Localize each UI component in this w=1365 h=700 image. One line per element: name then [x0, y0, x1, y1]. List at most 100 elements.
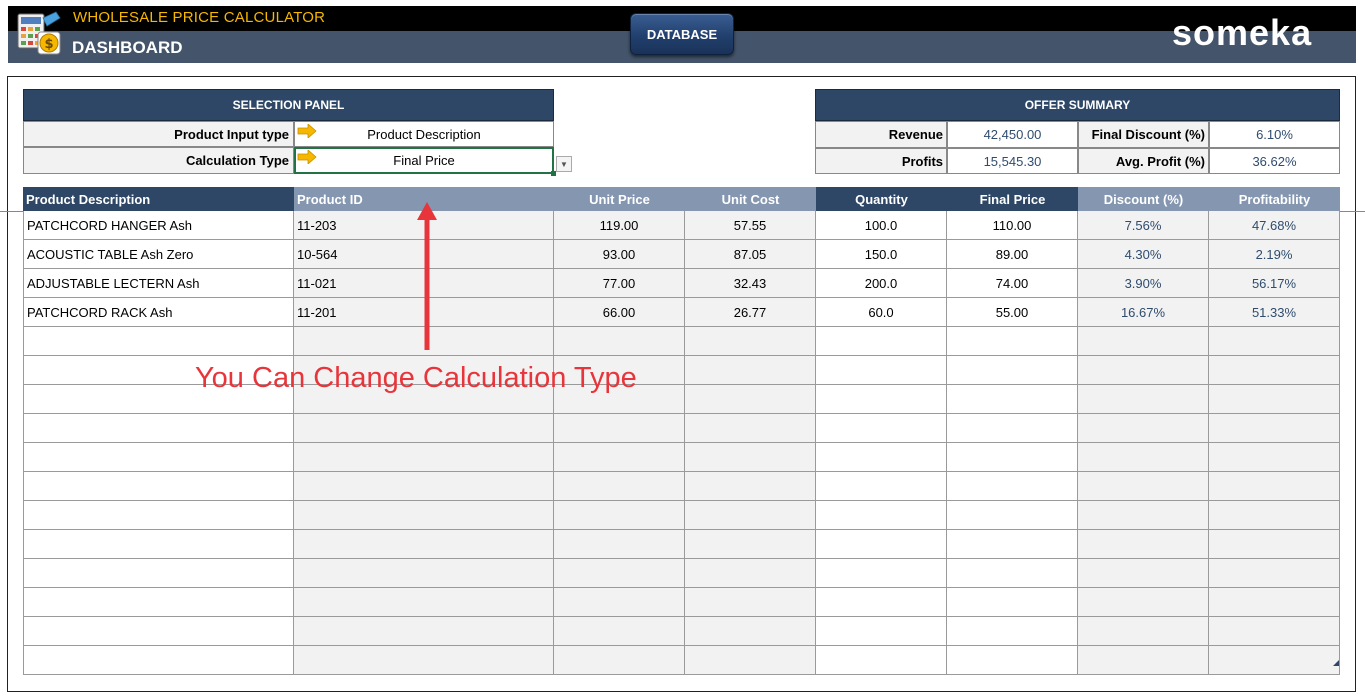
cell-profitability[interactable]: 56.17%	[1209, 269, 1340, 298]
cell-product-description[interactable]: PATCHCORD HANGER Ash	[23, 211, 294, 240]
table-cell[interactable]	[685, 385, 816, 414]
cell-final-price[interactable]: 74.00	[947, 269, 1078, 298]
table-cell[interactable]	[554, 617, 685, 646]
table-cell[interactable]	[685, 588, 816, 617]
table-cell[interactable]	[816, 327, 947, 356]
table-cell[interactable]	[1209, 646, 1340, 675]
table-cell[interactable]	[685, 472, 816, 501]
cell-unit-cost[interactable]: 26.77	[685, 298, 816, 327]
table-cell[interactable]	[294, 617, 554, 646]
table-cell[interactable]	[816, 472, 947, 501]
table-cell[interactable]	[1078, 559, 1209, 588]
cell-quantity[interactable]: 200.0	[816, 269, 947, 298]
table-cell[interactable]	[23, 617, 294, 646]
table-cell[interactable]	[1078, 327, 1209, 356]
cell-product-description[interactable]: PATCHCORD RACK Ash	[23, 298, 294, 327]
table-cell[interactable]	[947, 356, 1078, 385]
table-cell[interactable]	[23, 327, 294, 356]
table-cell[interactable]	[23, 501, 294, 530]
table-cell[interactable]	[1209, 588, 1340, 617]
table-cell[interactable]	[1209, 327, 1340, 356]
cell-profitability[interactable]: 51.33%	[1209, 298, 1340, 327]
cell-profitability[interactable]: 2.19%	[1209, 240, 1340, 269]
table-cell[interactable]	[947, 646, 1078, 675]
table-cell[interactable]	[1078, 646, 1209, 675]
table-cell[interactable]	[23, 588, 294, 617]
table-cell[interactable]	[816, 356, 947, 385]
cell-profitability[interactable]: 47.68%	[1209, 211, 1340, 240]
table-cell[interactable]	[554, 443, 685, 472]
table-cell[interactable]	[554, 559, 685, 588]
cell-product-description[interactable]: ACOUSTIC TABLE Ash Zero	[23, 240, 294, 269]
table-cell[interactable]	[294, 588, 554, 617]
cell-discount[interactable]: 4.30%	[1078, 240, 1209, 269]
table-cell[interactable]	[816, 501, 947, 530]
table-cell[interactable]	[1078, 501, 1209, 530]
table-cell[interactable]	[947, 472, 1078, 501]
table-cell[interactable]	[1209, 443, 1340, 472]
table-cell[interactable]	[23, 414, 294, 443]
cell-quantity[interactable]: 150.0	[816, 240, 947, 269]
cell-final-price[interactable]: 89.00	[947, 240, 1078, 269]
table-cell[interactable]	[947, 443, 1078, 472]
table-cell[interactable]	[1209, 472, 1340, 501]
table-cell[interactable]	[1209, 501, 1340, 530]
table-cell[interactable]	[294, 646, 554, 675]
table-cell[interactable]	[554, 327, 685, 356]
cell-product-description[interactable]: ADJUSTABLE LECTERN Ash	[23, 269, 294, 298]
cell-final-price[interactable]: 110.00	[947, 211, 1078, 240]
table-cell[interactable]	[685, 501, 816, 530]
table-cell[interactable]	[947, 588, 1078, 617]
table-cell[interactable]	[554, 530, 685, 559]
table-cell[interactable]	[947, 414, 1078, 443]
table-cell[interactable]	[23, 530, 294, 559]
table-cell[interactable]	[947, 559, 1078, 588]
dropdown-arrow-icon[interactable]: ▼	[556, 156, 572, 172]
cell-unit-price[interactable]: 119.00	[554, 211, 685, 240]
table-cell[interactable]	[23, 559, 294, 588]
table-cell[interactable]	[1209, 530, 1340, 559]
table-cell[interactable]	[1209, 356, 1340, 385]
table-cell[interactable]	[816, 443, 947, 472]
table-cell[interactable]	[947, 617, 1078, 646]
table-cell[interactable]	[23, 646, 294, 675]
table-cell[interactable]	[23, 472, 294, 501]
table-cell[interactable]	[1209, 385, 1340, 414]
table-cell[interactable]	[685, 617, 816, 646]
table-cell[interactable]	[554, 646, 685, 675]
cell-discount[interactable]: 3.90%	[1078, 269, 1209, 298]
cell-unit-price[interactable]: 93.00	[554, 240, 685, 269]
table-cell[interactable]	[554, 472, 685, 501]
table-cell[interactable]	[816, 385, 947, 414]
table-cell[interactable]	[685, 414, 816, 443]
cell-quantity[interactable]: 60.0	[816, 298, 947, 327]
table-cell[interactable]	[1209, 617, 1340, 646]
table-cell[interactable]	[294, 472, 554, 501]
table-cell[interactable]	[294, 414, 554, 443]
table-cell[interactable]	[554, 414, 685, 443]
table-cell[interactable]	[947, 501, 1078, 530]
table-cell[interactable]	[685, 443, 816, 472]
table-cell[interactable]	[816, 646, 947, 675]
table-cell[interactable]	[1078, 356, 1209, 385]
table-cell[interactable]	[947, 530, 1078, 559]
table-cell[interactable]	[685, 559, 816, 588]
table-cell[interactable]	[947, 385, 1078, 414]
table-cell[interactable]	[294, 501, 554, 530]
table-cell[interactable]	[685, 327, 816, 356]
cell-discount[interactable]: 16.67%	[1078, 298, 1209, 327]
cell-discount[interactable]: 7.56%	[1078, 211, 1209, 240]
table-cell[interactable]	[294, 559, 554, 588]
cell-unit-cost[interactable]: 87.05	[685, 240, 816, 269]
cell-unit-cost[interactable]: 32.43	[685, 269, 816, 298]
table-cell[interactable]	[1209, 414, 1340, 443]
table-cell[interactable]	[554, 501, 685, 530]
table-cell[interactable]	[554, 588, 685, 617]
table-cell[interactable]	[685, 356, 816, 385]
cell-final-price[interactable]: 55.00	[947, 298, 1078, 327]
calculation-type-select[interactable]: Final Price	[294, 147, 554, 174]
database-button[interactable]: DATABASE	[630, 13, 734, 55]
table-cell[interactable]	[294, 443, 554, 472]
table-cell[interactable]	[23, 443, 294, 472]
table-cell[interactable]	[816, 588, 947, 617]
